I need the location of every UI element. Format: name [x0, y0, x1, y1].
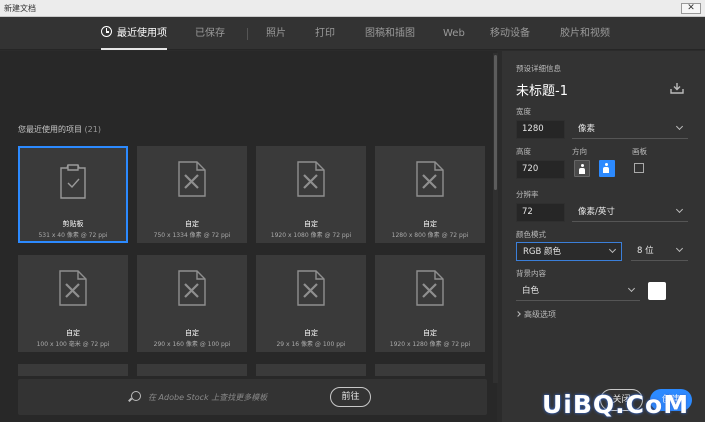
resolution-unit-value: 像素/英寸 [578, 207, 615, 217]
preset-info: 1920 x 1080 像素 @ 72 ppi [270, 232, 352, 239]
preset-info: 1280 x 800 像素 @ 72 ppi [391, 232, 469, 239]
save-preset-icon[interactable] [670, 82, 684, 94]
site-watermark: UiBQ.CoM [542, 390, 690, 419]
tab-recent[interactable]: 最近使用项 [101, 17, 167, 50]
chevron-down-icon [627, 284, 636, 293]
tab-web[interactable]: Web [443, 17, 465, 50]
preset-details-label: 预设详细信息 [516, 64, 561, 73]
go-button[interactable]: 前往 [330, 387, 371, 407]
chevron-down-icon [675, 205, 684, 214]
tab-saved[interactable]: 已保存 [195, 17, 225, 50]
portrait-orientation-button[interactable] [574, 160, 590, 177]
preset-info: 531 x 40 像素 @ 72 ppi [38, 232, 108, 239]
preset-name: 自定 [66, 329, 80, 337]
preset-name: 自定 [423, 329, 437, 337]
artboard-checkbox[interactable] [634, 163, 644, 173]
width-input[interactable]: 1280 [516, 120, 565, 139]
preset-card-partial[interactable] [18, 364, 128, 376]
preset-name: 自定 [185, 220, 199, 228]
preset-card-partial[interactable] [137, 364, 247, 376]
landscape-orientation-button[interactable] [599, 160, 615, 177]
width-unit-select[interactable]: 像素 [572, 120, 688, 139]
window-title-bar: 新建文档 ✕ [0, 0, 705, 17]
color-mode-value: RGB 颜色 [523, 247, 562, 257]
preset-card[interactable]: 自定 750 x 1334 像素 @ 72 ppi [137, 146, 247, 243]
preset-name: 自定 [304, 220, 318, 228]
background-label: 背景内容 [516, 269, 546, 278]
bit-depth-value: 8 位 [637, 246, 654, 256]
bit-depth-select[interactable]: 8 位 [631, 242, 688, 261]
preset-name: 自定 [185, 329, 199, 337]
tab-print[interactable]: 打印 [315, 17, 335, 50]
orientation-label: 方向 [572, 147, 587, 156]
resolution-unit-select[interactable]: 像素/英寸 [572, 203, 688, 222]
document-icon [416, 161, 444, 197]
document-icon [416, 270, 444, 306]
preset-info: 100 x 100 毫米 @ 72 ppi [36, 341, 110, 348]
recent-count: (21) [84, 125, 101, 134]
advanced-options-label: 高级选项 [524, 310, 556, 319]
category-tabs: 最近使用项 已保存 照片 打印 图稿和插图 Web 移动设备 胶片和视频 [0, 17, 705, 50]
document-icon [297, 270, 325, 306]
document-icon [178, 161, 206, 197]
stock-search-bar: 前往 [18, 379, 487, 415]
preset-card-clipboard[interactable]: 剪贴板 531 x 40 像素 @ 72 ppi [18, 146, 128, 243]
document-title[interactable]: 未标题-1 [516, 80, 568, 99]
tab-recent-label: 最近使用项 [117, 28, 167, 39]
preset-info: 290 x 160 像素 @ 100 ppi [153, 341, 231, 348]
chevron-down-icon [675, 122, 684, 131]
clock-icon [101, 26, 112, 37]
advanced-options-toggle[interactable]: 高级选项 [515, 309, 556, 320]
recent-scrollbar-thumb[interactable] [494, 55, 497, 190]
chevron-down-icon [608, 245, 617, 254]
chevron-down-icon [675, 244, 684, 253]
height-label: 高度 [516, 147, 531, 156]
stock-search-input[interactable] [148, 389, 318, 405]
person-icon [579, 164, 585, 174]
height-input[interactable]: 720 [516, 160, 565, 179]
tab-mobile[interactable]: 移动设备 [490, 17, 530, 50]
artboard-label: 画板 [632, 147, 647, 156]
document-icon [297, 161, 325, 197]
preset-card[interactable]: 自定 290 x 160 像素 @ 100 ppi [137, 255, 247, 352]
preset-info: 29 x 16 像素 @ 100 ppi [276, 341, 346, 348]
preset-card[interactable]: 自定 1280 x 800 像素 @ 72 ppi [375, 146, 485, 243]
preset-info: 1920 x 1280 像素 @ 72 ppi [389, 341, 471, 348]
chevron-right-icon [515, 311, 521, 317]
person-icon [603, 163, 609, 173]
window-title: 新建文档 [4, 4, 36, 13]
preset-name: 剪贴板 [62, 220, 84, 228]
recent-heading-text: 您最近使用的项目 [18, 125, 82, 134]
preset-card-partial[interactable] [375, 364, 485, 376]
preset-name: 自定 [304, 329, 318, 337]
color-mode-label: 颜色模式 [516, 230, 546, 239]
tab-art-illustration[interactable]: 图稿和插图 [365, 17, 415, 50]
tab-photo[interactable]: 照片 [266, 17, 286, 50]
preset-card[interactable]: 自定 29 x 16 像素 @ 100 ppi [256, 255, 366, 352]
clipboard-icon [60, 164, 86, 199]
document-icon [59, 270, 87, 306]
search-icon [131, 391, 141, 401]
resolution-input[interactable]: 72 [516, 203, 565, 222]
preset-card-partial[interactable] [256, 364, 366, 376]
preset-info: 750 x 1334 像素 @ 72 ppi [153, 232, 231, 239]
background-select[interactable]: 白色 [516, 282, 640, 301]
document-icon [178, 270, 206, 306]
width-unit-value: 像素 [578, 124, 596, 134]
resolution-label: 分辨率 [516, 190, 539, 199]
width-label: 宽度 [516, 107, 531, 116]
preset-card[interactable]: 自定 100 x 100 毫米 @ 72 ppi [18, 255, 128, 352]
background-color-swatch[interactable] [648, 282, 666, 300]
recent-heading: 您最近使用的项目 (21) [18, 124, 101, 135]
color-mode-select[interactable]: RGB 颜色 [516, 242, 622, 261]
preset-card[interactable]: 自定 1920 x 1080 像素 @ 72 ppi [256, 146, 366, 243]
preset-card[interactable]: 自定 1920 x 1280 像素 @ 72 ppi [375, 255, 485, 352]
window-close-button[interactable]: ✕ [681, 3, 701, 14]
preset-name: 自定 [423, 220, 437, 228]
tab-film-video[interactable]: 胶片和视频 [560, 17, 610, 50]
tab-separator [247, 28, 248, 40]
background-value: 白色 [522, 286, 540, 296]
